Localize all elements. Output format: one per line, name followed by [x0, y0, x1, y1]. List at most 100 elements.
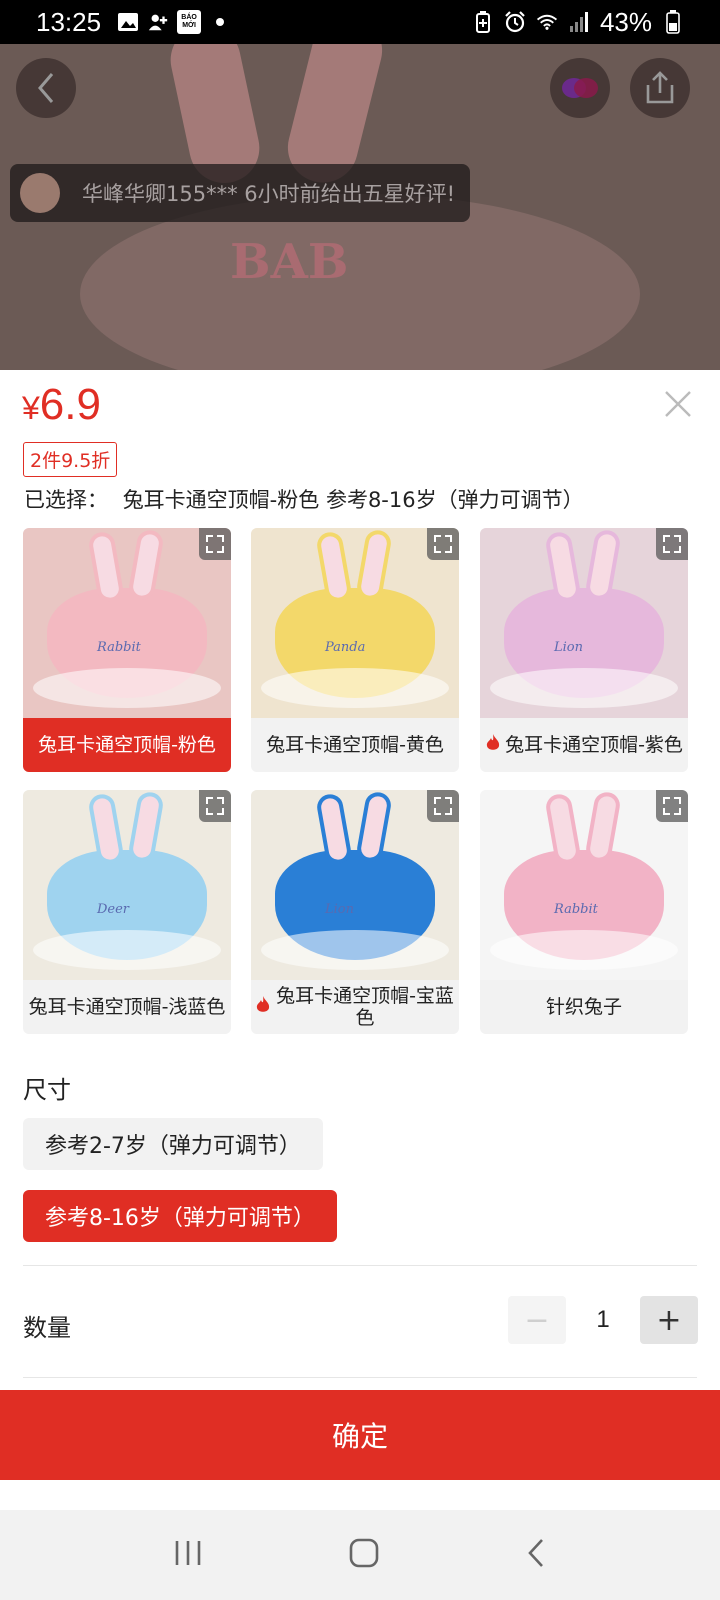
- back-chevron-icon: [528, 1539, 544, 1567]
- hat-brim: [33, 668, 221, 708]
- heart-toggle-icon: [562, 78, 598, 98]
- hat-print-text: Lion: [325, 902, 354, 917]
- style-option-label-row: 兔耳卡通空顶帽-紫色: [480, 718, 688, 772]
- expand-image-button[interactable]: [199, 790, 231, 822]
- image-notification-icon: [117, 11, 139, 33]
- favorite-button[interactable]: [550, 58, 610, 118]
- share-button[interactable]: [630, 58, 690, 118]
- style-option-image: Lion: [480, 528, 688, 718]
- style-option-card[interactable]: Lion 兔耳卡通空顶帽-宝蓝色: [251, 790, 459, 1034]
- more-notifications-dot-icon: [209, 11, 231, 33]
- style-option-image: Rabbit: [23, 528, 231, 718]
- expand-image-button[interactable]: [427, 790, 459, 822]
- style-option-label: 兔耳卡通空顶帽-紫色: [505, 734, 683, 756]
- back-button[interactable]: [16, 58, 76, 118]
- style-option-label: 针织兔子: [545, 996, 622, 1018]
- review-toast-text: 华峰华卿155*** 6小时前给出五星好评!: [82, 182, 456, 206]
- divider: [23, 1265, 697, 1266]
- minus-icon: −: [524, 1302, 550, 1338]
- add-contact-icon: [147, 11, 169, 33]
- increase-quantity-button[interactable]: +: [640, 1296, 698, 1344]
- expand-icon: [663, 535, 681, 553]
- style-option-label: 兔耳卡通空顶帽-黄色: [266, 734, 444, 756]
- back-arrow-icon: [38, 73, 54, 103]
- style-option-card[interactable]: Deer 兔耳卡通空顶帽-浅蓝色: [23, 790, 231, 1034]
- confirm-button[interactable]: 确定: [0, 1390, 720, 1480]
- home-button[interactable]: [348, 1537, 380, 1573]
- expand-icon: [434, 797, 452, 815]
- signal-icon: [568, 11, 590, 33]
- share-icon: [646, 71, 674, 104]
- size-section-title: 尺寸: [23, 1076, 71, 1104]
- plus-icon: +: [656, 1302, 682, 1338]
- style-option-label: 兔耳卡通空顶帽-粉色: [38, 734, 216, 756]
- style-option-label-row: 兔耳卡通空顶帽-宝蓝色: [251, 980, 459, 1034]
- style-option-image: Deer: [23, 790, 231, 980]
- size-option-2-7[interactable]: 参考2-7岁（弹力可调节）: [23, 1118, 323, 1170]
- hat-print-text: Rabbit: [97, 640, 141, 655]
- sku-selector-sheet: ¥6.9 2件9.5折 已选择： 兔耳卡通空顶帽-粉色 参考8-16岁（弹力可调…: [0, 370, 720, 1510]
- expand-image-button[interactable]: [199, 528, 231, 560]
- quantity-stepper: − 1 +: [508, 1296, 698, 1344]
- recent-apps-button[interactable]: [173, 1539, 203, 1571]
- style-option-card[interactable]: Lion 兔耳卡通空顶帽-紫色: [480, 528, 688, 772]
- review-toast: 华峰华卿155*** 6小时前给出五星好评!: [10, 164, 470, 222]
- expand-icon: [206, 535, 224, 553]
- expand-icon: [663, 797, 681, 815]
- battery-saver-icon: [472, 11, 494, 33]
- hat-brim: [490, 668, 678, 708]
- hat-brim: [261, 668, 449, 708]
- notification-icons: BÁO MỚI: [117, 10, 231, 34]
- battery-percent: 43%: [599, 6, 652, 37]
- expand-image-button[interactable]: [427, 528, 459, 560]
- hat-brim: [261, 930, 449, 970]
- alarm-icon: [504, 11, 526, 33]
- home-icon: [349, 1538, 379, 1568]
- selected-label: 已选择：: [24, 488, 108, 512]
- hat-brim: [490, 930, 678, 970]
- expand-icon: [434, 535, 452, 553]
- decrease-quantity-button[interactable]: −: [508, 1296, 566, 1344]
- baomoi-icon: BÁO MỚI: [177, 10, 202, 34]
- quantity-value: 1: [596, 1306, 610, 1333]
- product-hero-image: BAB 华峰华卿155*** 6小时前给出五星好评!: [0, 44, 720, 370]
- baomoi-label: BÁO MỚI: [181, 14, 197, 29]
- style-option-label: 兔耳卡通空顶帽-浅蓝色: [28, 996, 226, 1018]
- style-option-image: Panda: [251, 528, 459, 718]
- hat-print-text: Panda: [325, 640, 366, 655]
- divider: [23, 1377, 697, 1378]
- style-option-label-row: 兔耳卡通空顶帽-黄色: [251, 718, 459, 772]
- style-option-card[interactable]: Panda 兔耳卡通空顶帽-黄色: [251, 528, 459, 772]
- selected-summary: 已选择： 兔耳卡通空顶帽-粉色 参考8-16岁（弹力可调节）: [24, 484, 584, 514]
- confirm-label: 确定: [331, 1420, 388, 1453]
- size-option-8-16[interactable]: 参考8-16岁（弹力可调节）: [23, 1190, 337, 1242]
- expand-image-button[interactable]: [656, 790, 688, 822]
- hat-print-text: Rabbit: [554, 902, 598, 917]
- recent-apps-icon: [175, 1541, 200, 1565]
- currency-symbol: ¥: [22, 390, 40, 426]
- battery-icon: [662, 10, 684, 34]
- expand-image-button[interactable]: [656, 528, 688, 560]
- style-option-image: Lion: [251, 790, 459, 980]
- hero-hat-lettering: BAB: [230, 234, 349, 290]
- reviewer-avatar: [20, 173, 60, 213]
- hot-flame-icon: [255, 995, 271, 1020]
- status-bar: 13:25 BÁO MỚI 43%: [0, 0, 720, 44]
- style-option-card[interactable]: Rabbit 兔耳卡通空顶帽-粉色: [23, 528, 231, 772]
- wifi-icon: [536, 11, 558, 33]
- style-option-label-row: 针织兔子: [480, 980, 688, 1034]
- system-back-button[interactable]: [525, 1537, 547, 1573]
- close-button[interactable]: [662, 388, 694, 420]
- style-option-label-row: 兔耳卡通空顶帽-粉色: [23, 718, 231, 772]
- style-option-card[interactable]: Rabbit 针织兔子: [480, 790, 688, 1034]
- hat-print-text: Deer: [97, 902, 130, 917]
- price-value: 6.9: [39, 380, 101, 429]
- system-nav-bar: [0, 1510, 720, 1600]
- style-option-label-row: 兔耳卡通空顶帽-浅蓝色: [23, 980, 231, 1034]
- price: ¥6.9: [22, 380, 101, 430]
- quantity-label: 数量: [23, 1314, 71, 1342]
- status-time: 13:25: [36, 6, 102, 37]
- size-option-label: 参考8-16岁（弹力可调节）: [45, 1206, 315, 1231]
- size-option-label: 参考2-7岁（弹力可调节）: [45, 1134, 301, 1159]
- style-option-label: 兔耳卡通空顶帽-宝蓝色: [276, 985, 454, 1029]
